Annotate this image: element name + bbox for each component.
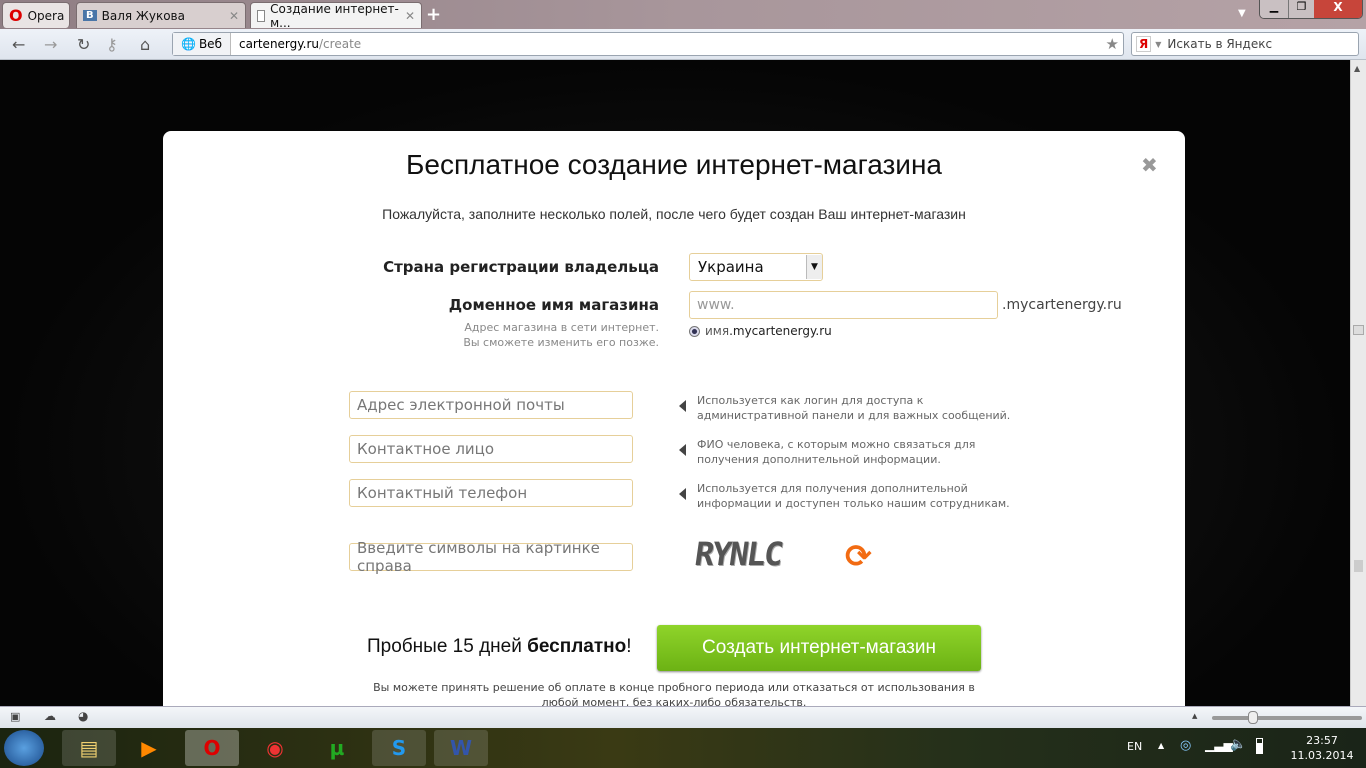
yandex-icon: Я xyxy=(1136,36,1152,52)
close-icon[interactable]: ✖ xyxy=(1141,153,1158,177)
forward-icon[interactable]: → xyxy=(44,35,57,54)
hint-arrow-icon xyxy=(679,488,686,500)
opera-icon: O xyxy=(9,6,23,25)
tab-create[interactable]: Создание интернет-м... ✕ xyxy=(250,2,422,30)
panel-toggle-icon[interactable]: ▣ xyxy=(10,710,20,723)
email-hint: Используется как логин для доступа к адми… xyxy=(697,394,1011,422)
close-tab-icon[interactable]: ✕ xyxy=(405,9,415,23)
search-box[interactable]: Я ▼ Искать в Яндекс xyxy=(1131,32,1359,56)
opera-taskbar-icon[interactable]: O xyxy=(185,730,239,766)
hint-arrow-icon xyxy=(679,400,686,412)
tab-vk[interactable]: B Валя Жукова ✕ xyxy=(76,2,246,28)
turbo-icon[interactable]: ◕ xyxy=(78,709,88,723)
captcha-image: RYNLC xyxy=(692,535,784,573)
word-taskbar-icon[interactable]: W xyxy=(434,730,488,766)
media-player-taskbar-icon[interactable]: ▶ xyxy=(122,730,176,766)
address-toolbar: ← → ↻ ⚷ ⌂ 🌐 Веб cartenergy.ru/create ★ Я … xyxy=(0,29,1366,60)
radio-icon[interactable] xyxy=(689,325,700,337)
phone-hint: Используется для получения дополнительно… xyxy=(697,482,1010,510)
modal-title: Бесплатное создание интернет-магазина xyxy=(406,149,942,180)
domain-input[interactable]: www. xyxy=(689,291,998,319)
zoom-slider-handle[interactable] xyxy=(1248,711,1258,724)
contact-name-hint: ФИО человека, с которым можно связаться … xyxy=(697,438,976,466)
domain-suffix: .mycartenergy.ru xyxy=(1002,297,1122,313)
contact-name-input[interactable]: Контактное лицо xyxy=(349,435,633,463)
opera-unite-icon[interactable]: ☁ xyxy=(44,709,56,723)
close-tab-icon[interactable]: ✕ xyxy=(229,9,239,23)
refresh-captcha-icon[interactable]: ⟳ xyxy=(845,537,872,575)
zoom-slider[interactable] xyxy=(1212,716,1362,720)
status-bar: ▣ ☁ ◕ ▲ xyxy=(0,706,1366,728)
tray-app-icon[interactable]: ◎ xyxy=(1180,738,1191,753)
language-indicator[interactable]: EN xyxy=(1127,740,1142,753)
taskbar: ▤ ▶ O ◉ µ S W EN ▲ ◎ ▁▃▅ 🔈 23:57 11.03.20… xyxy=(0,728,1366,768)
create-store-button[interactable]: Создать интернет-магазин xyxy=(657,625,981,671)
window-controls: ▁ ❐ X xyxy=(1259,0,1363,19)
country-select[interactable]: Украина ▼ xyxy=(689,253,823,281)
tab-menu-icon[interactable]: ▼ xyxy=(1238,8,1246,19)
domain-hint: Адрес магазина в сети интернет. Вы сможет… xyxy=(463,321,659,349)
restore-button[interactable]: ❐ xyxy=(1288,0,1314,18)
home-icon[interactable]: ⌂ xyxy=(140,35,150,54)
vertical-scrollbar[interactable]: ▲ xyxy=(1350,60,1366,706)
tray-expand-icon[interactable]: ▲ xyxy=(1158,741,1164,750)
trial-text: Пробные 15 дней бесплатно! xyxy=(367,636,632,657)
battery-icon[interactable] xyxy=(1256,738,1263,754)
opera-menu-button[interactable]: O Opera xyxy=(2,2,70,28)
address-bar[interactable]: 🌐 Веб cartenergy.ru/create ★ xyxy=(172,32,1124,56)
vk-icon: B xyxy=(83,10,97,21)
reload-icon[interactable]: ↻ xyxy=(77,35,90,54)
utorrent-taskbar-icon[interactable]: µ xyxy=(310,730,364,766)
phone-input[interactable]: Контактный телефон xyxy=(349,479,633,507)
chevron-down-icon[interactable]: ▼ xyxy=(806,255,822,279)
domain-label: Доменное имя магазина xyxy=(448,296,659,314)
scrollbar-thumb[interactable] xyxy=(1353,325,1364,335)
key-icon[interactable]: ⚷ xyxy=(106,35,118,54)
explorer-taskbar-icon[interactable]: ▤ xyxy=(62,730,116,766)
minimize-button[interactable]: ▁ xyxy=(1260,0,1288,18)
chrome-taskbar-icon[interactable]: ◉ xyxy=(248,730,302,766)
tab-bar: O Opera B Валя Жукова ✕ Создание интерне… xyxy=(0,0,1366,30)
modal-subtitle: Пожалуйста, заполните несколько полей, п… xyxy=(382,206,966,222)
web-badge[interactable]: 🌐 Веб xyxy=(173,33,231,55)
zoom-up-icon[interactable]: ▲ xyxy=(1192,712,1197,720)
bookmark-star-icon[interactable]: ★ xyxy=(1106,35,1119,53)
email-input[interactable]: Адрес электронной почты xyxy=(349,391,633,419)
globe-icon: 🌐 xyxy=(181,37,196,51)
country-label: Страна регистрации владельца xyxy=(383,258,659,276)
close-window-button[interactable]: X xyxy=(1314,0,1362,18)
clock[interactable]: 23:57 11.03.2014 xyxy=(1282,733,1362,763)
page-icon xyxy=(257,9,266,22)
hint-arrow-icon xyxy=(679,444,686,456)
skype-taskbar-icon[interactable]: S xyxy=(372,730,426,766)
url-host: cartenergy.ru xyxy=(238,37,320,51)
chevron-down-icon[interactable]: ▼ xyxy=(1155,40,1161,49)
domain-preview: имя.mycartenergy.ru xyxy=(689,324,832,338)
new-tab-button[interactable]: + xyxy=(426,4,441,25)
url-path: /create xyxy=(319,37,362,51)
network-icon[interactable]: ▁▃▅ xyxy=(1205,738,1233,752)
create-store-modal: Бесплатное создание интернет-магазина ✖ … xyxy=(163,131,1185,731)
start-button[interactable] xyxy=(4,730,44,766)
captcha-input[interactable]: Введите символы на картинке справа xyxy=(349,539,633,575)
volume-icon[interactable]: 🔈 xyxy=(1230,737,1246,752)
back-icon[interactable]: ← xyxy=(12,35,25,54)
